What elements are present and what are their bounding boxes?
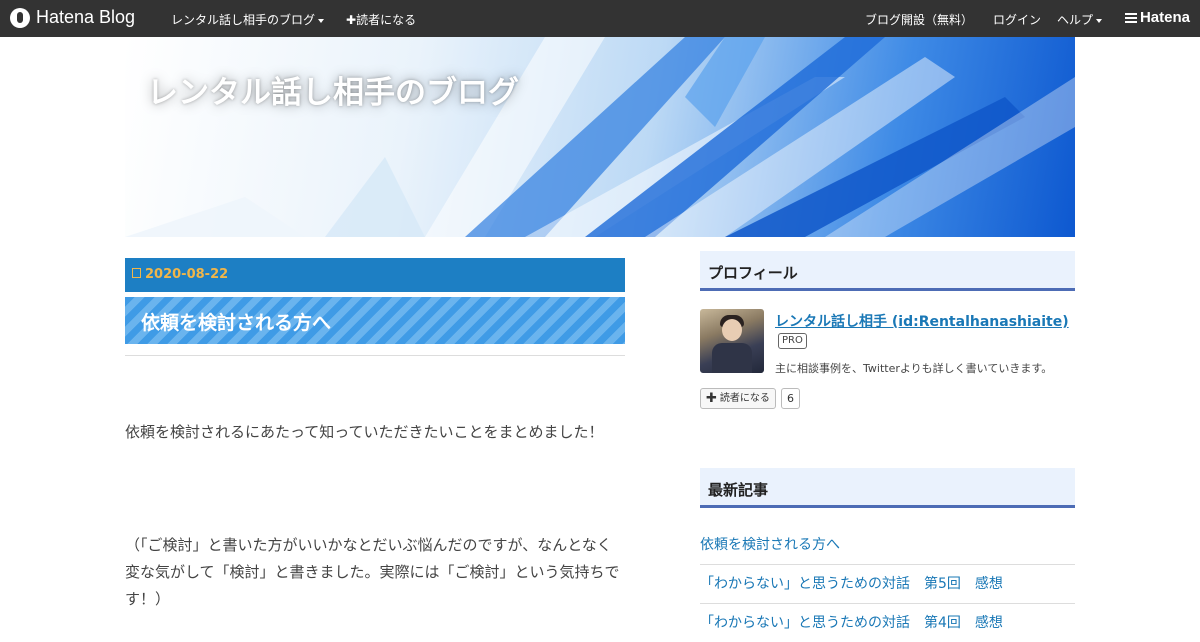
help-label: ヘルプ: [1057, 13, 1094, 27]
blog-title[interactable]: レンタル話し相手のブログ: [147, 67, 519, 112]
hatena-blog-logo[interactable]: Hatena Blog: [10, 7, 135, 28]
entry-paragraph: （「ご検討」と書いた方がいいかなとだいぶ悩んだのですが、なんとなく変な気がして「…: [125, 536, 620, 608]
profile-description: 主に相談事例を、Twitterよりも詳しく書いていきます。: [775, 362, 1053, 375]
subscribe-button[interactable]: ✚ 読者になる: [700, 388, 776, 409]
recent-entries-list: 依頼を検討される方へ 「わからない」と思うための対話 第5回 感想 「わからない…: [700, 526, 1075, 642]
calendar-icon: [132, 268, 141, 278]
plus-icon: ✚: [346, 13, 357, 27]
avatar[interactable]: [700, 309, 764, 373]
help-dropdown[interactable]: ヘルプ: [1057, 11, 1103, 28]
logo-text: Hatena Blog: [36, 7, 136, 27]
caret-down-icon: [1096, 18, 1103, 23]
recent-heading: 最新記事: [708, 481, 769, 499]
recent-entry-link[interactable]: 「わからない」と思うための対話 第5回 感想: [700, 565, 1075, 604]
entry-date[interactable]: 2020-08-22: [145, 267, 228, 282]
login-link[interactable]: ログイン: [993, 11, 1041, 28]
blog-menu-dropdown[interactable]: レンタル話し相手のブログ: [171, 11, 325, 28]
global-header: Hatena Blog レンタル話し相手のブログ ✚読者になる ブログ開設（無料…: [0, 0, 1200, 37]
profile-name-link[interactable]: レンタル話し相手 (id:Rentalhanashiaite): [775, 311, 1069, 331]
pro-badge[interactable]: PRO: [778, 333, 807, 349]
blog-menu-label: レンタル話し相手のブログ: [171, 13, 316, 27]
recent-heading-bar: 最新記事: [700, 468, 1075, 508]
subscribe-button-label: 読者になる: [719, 393, 770, 404]
entry-title[interactable]: 依頼を検討される方へ: [141, 308, 331, 335]
entry-paragraph: 依頼を検討されるにあたって知っていただきたいことをまとめました！: [125, 423, 604, 441]
recent-entry-link[interactable]: 「わからない」と思うための対話 第4回 感想: [700, 604, 1075, 642]
plus-icon: ✚: [706, 391, 717, 406]
open-blog-link[interactable]: ブログ開設（無料）: [865, 11, 973, 28]
profile-heading: プロフィール: [708, 264, 798, 282]
profile-heading-bar: プロフィール: [700, 251, 1075, 291]
hatena-blog-icon: [10, 7, 30, 28]
subscribe-label: 読者になる: [356, 13, 417, 27]
hatena-mark-icon: [1124, 11, 1137, 25]
caret-down-icon: [318, 18, 325, 23]
entry-title-bar: 依頼を検討される方へ: [125, 297, 625, 344]
subscribe-link[interactable]: ✚読者になる: [346, 11, 416, 28]
recent-entry-link[interactable]: 依頼を検討される方へ: [700, 526, 1075, 565]
blog-header-banner: レンタル話し相手のブログ: [125, 37, 1075, 237]
subscriber-count[interactable]: 6: [781, 388, 800, 409]
hatena-logo-text: Hatena: [1139, 9, 1190, 26]
entry-divider: [125, 355, 625, 356]
hatena-logo[interactable]: Hatena: [1124, 9, 1190, 26]
entry-date-bar: 2020-08-22: [125, 258, 625, 292]
